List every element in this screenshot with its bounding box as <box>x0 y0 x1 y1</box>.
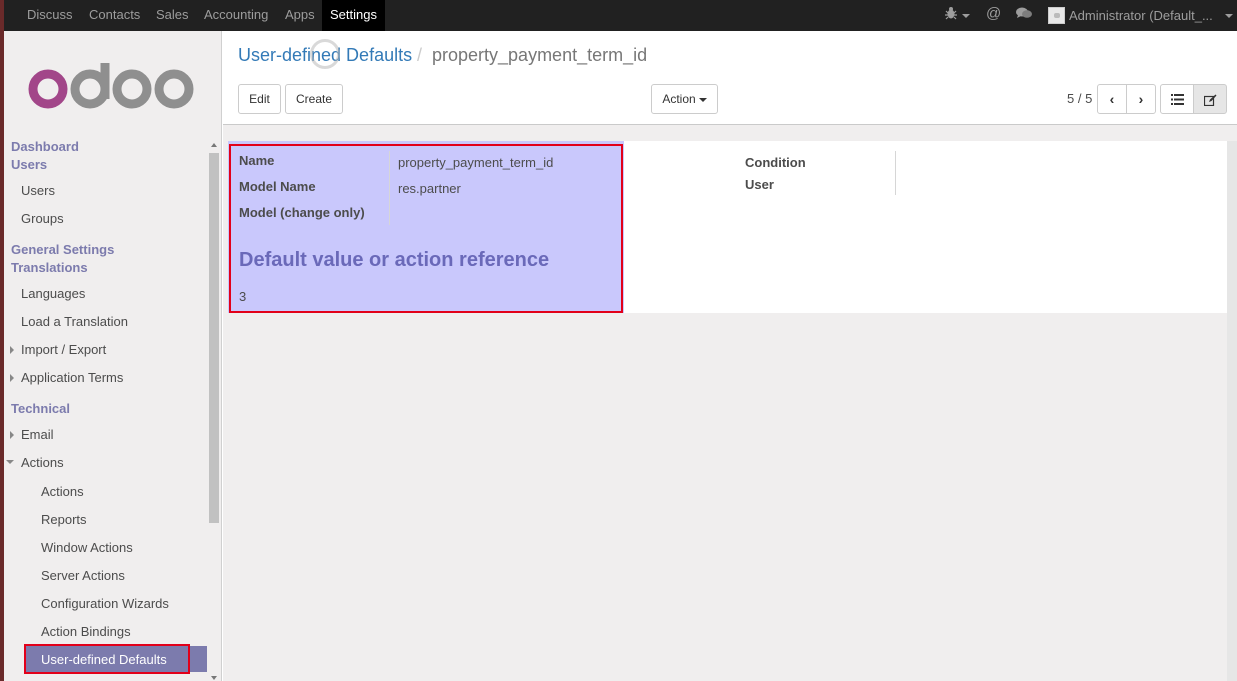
user-label: User <box>745 177 774 192</box>
breadcrumb-separator: / <box>417 45 423 65</box>
collapse-down-icon[interactable] <box>6 460 14 464</box>
pager-value[interactable]: 5 / 5 <box>1067 91 1092 106</box>
list-view-icon <box>1170 94 1184 106</box>
pager-next-button[interactable]: › <box>1126 84 1156 114</box>
menu-sales[interactable]: Sales <box>150 0 195 31</box>
content-area: Name property_payment_term_id Model Name… <box>223 125 1237 681</box>
menu-discuss[interactable]: Discuss <box>21 0 79 31</box>
expand-right-icon[interactable] <box>10 374 14 382</box>
sidebar-item-reports[interactable]: Reports <box>41 512 87 527</box>
sidebar-general-settings[interactable]: General Settings <box>11 242 114 257</box>
odoo-logo <box>28 63 194 109</box>
chevron-right-icon: › <box>1138 91 1144 107</box>
expand-right-icon[interactable] <box>10 346 14 354</box>
user-avatar[interactable] <box>1048 7 1065 24</box>
sidebar-dashboard[interactable]: Dashboard <box>11 139 79 154</box>
action-label: Action <box>662 92 696 106</box>
chat-bubbles-icon[interactable] <box>1016 6 1032 23</box>
sidebar-users-header: Users <box>11 157 48 172</box>
sidebar-item-groups[interactable]: Groups <box>21 211 64 226</box>
sidebar-item-action-bindings[interactable]: Action Bindings <box>41 624 131 639</box>
menu-accounting[interactable]: Accounting <box>198 0 274 31</box>
user-menu-label[interactable]: Administrator (Default_... <box>1069 0 1213 31</box>
sidebar-item-window-actions[interactable]: Window Actions <box>41 540 133 555</box>
create-button[interactable]: Create <box>285 84 343 114</box>
control-panel: User-defined Defaults / property_payment… <box>223 31 1237 125</box>
default-value: 3 <box>239 289 247 304</box>
breadcrumb-current: property_payment_term_id <box>432 45 648 65</box>
action-dropdown-button[interactable]: Action <box>651 84 718 114</box>
sidebar-item-users[interactable]: Users <box>21 183 55 198</box>
form-view-button[interactable] <box>1193 84 1227 114</box>
user-caret-icon[interactable] <box>1225 14 1233 18</box>
mention-at-icon[interactable]: @ <box>986 5 1001 22</box>
form-sheet: Name property_payment_term_id Model Name… <box>228 141 1227 313</box>
pager-previous-button[interactable]: ‹ <box>1097 84 1127 114</box>
sidebar-item-load-translation[interactable]: Load a Translation <box>21 314 128 329</box>
field-divider <box>895 151 896 195</box>
name-value: property_payment_term_id <box>398 155 554 170</box>
scroll-down-arrow-icon[interactable] <box>211 676 217 680</box>
sidebar-item-languages[interactable]: Languages <box>21 286 85 301</box>
content-scrollbar[interactable] <box>1227 141 1237 681</box>
edit-form-icon <box>1203 94 1216 106</box>
sidebar-item-server-actions[interactable]: Server Actions <box>41 568 125 583</box>
sidebar-technical-header: Technical <box>11 401 71 416</box>
name-label: Name <box>239 153 275 168</box>
edit-button[interactable]: Edit <box>238 84 281 114</box>
menu-settings[interactable]: Settings <box>322 0 385 31</box>
debug-caret-icon[interactable] <box>962 14 970 18</box>
sidebar-item-import-export[interactable]: Import / Export <box>21 342 106 357</box>
menu-apps[interactable]: Apps <box>279 0 321 31</box>
model-name-label: Model Name <box>239 179 316 194</box>
caret-down-icon <box>698 97 707 102</box>
section-title: Default value or action reference <box>239 249 550 271</box>
debug-bug-icon[interactable] <box>944 6 958 23</box>
field-divider <box>389 151 390 225</box>
chevron-left-icon: ‹ <box>1109 91 1115 107</box>
sidebar-item-actions[interactable]: Actions <box>41 484 84 499</box>
list-view-button[interactable] <box>1160 84 1194 114</box>
model-name-value: res.partner <box>398 181 461 196</box>
annotation-box-sidebar <box>24 644 190 674</box>
model-change-only-label: Model (change only) <box>239 205 365 220</box>
menu-contacts[interactable]: Contacts <box>83 0 146 31</box>
sidebar-translations-header: Translations <box>11 260 88 275</box>
sidebar-scrollbar-thumb[interactable] <box>209 153 219 523</box>
condition-label: Condition <box>745 155 806 170</box>
sidebar-item-email[interactable]: Email <box>21 427 54 442</box>
sidebar-item-actions-group[interactable]: Actions <box>21 455 64 470</box>
expand-right-icon[interactable] <box>10 431 14 439</box>
scroll-up-arrow-icon[interactable] <box>211 143 217 147</box>
sidebar-item-application-terms[interactable]: Application Terms <box>21 370 123 385</box>
top-navbar: Discuss Contacts Sales Accounting Apps S… <box>0 0 1237 681</box>
sidebar-item-configuration-wizards[interactable]: Configuration Wizards <box>41 596 169 611</box>
loading-spinner-icon <box>310 39 340 69</box>
sidebar: Dashboard Users Users Groups General Set… <box>4 31 222 681</box>
